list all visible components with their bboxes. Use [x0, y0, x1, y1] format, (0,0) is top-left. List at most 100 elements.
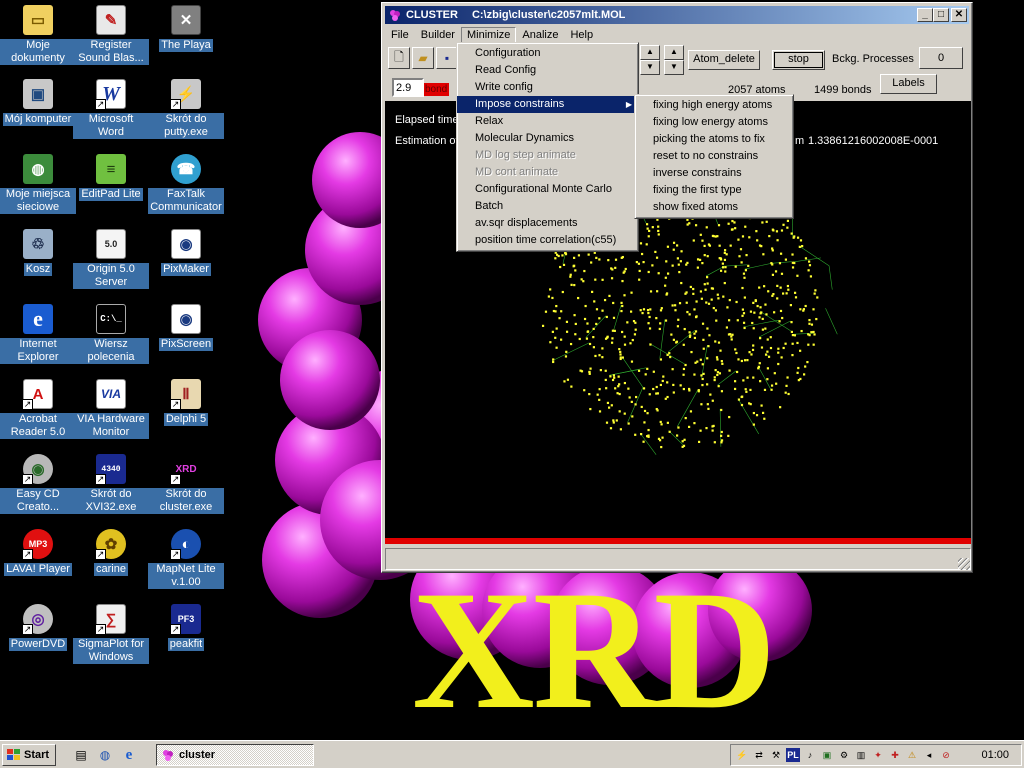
desktop-icon-editpad-lite[interactable]: ≡ EditPad Lite — [73, 153, 149, 201]
close-window-button[interactable]: ✕ — [951, 8, 967, 22]
menu-item-impose-constrains[interactable]: Impose constrains ▶ — [457, 96, 638, 113]
menu-item-configuration[interactable]: Configuration — [457, 45, 638, 62]
desktop-icon-via-hardware-monitor[interactable]: VIA VIA Hardware Monitor — [73, 378, 149, 439]
shortcut-arrow-icon: ↗ — [22, 474, 33, 485]
start-button[interactable]: Start — [2, 744, 56, 766]
submenu-arrow-icon: ▶ — [625, 100, 632, 109]
menu-item-write-config[interactable]: Write config — [457, 79, 638, 96]
shortcut-arrow-icon: ↗ — [95, 99, 106, 110]
tray-network-icon[interactable]: ⇄ — [752, 748, 766, 762]
minimize-window-button[interactable]: _ — [917, 8, 933, 22]
desktop-icon-easy-cd-creator[interactable]: ◉ ↗ Easy CD Creato... — [0, 453, 76, 514]
menu-item-position-time-correlation[interactable]: position time correlation(c55) — [457, 232, 638, 249]
spin-control-2[interactable]: ▲ ▼ — [664, 45, 684, 75]
submenu-item-picking-atoms-to-fix[interactable]: picking the atoms to fix — [635, 131, 793, 148]
desktop-icon-peakfit[interactable]: PF3 ↗ peakfit — [148, 603, 224, 651]
submenu-item-show-fixed-atoms[interactable]: show fixed atoms — [635, 199, 793, 216]
spin-up-icon[interactable]: ▲ — [664, 45, 684, 60]
close-icon: ✕ — [954, 9, 964, 20]
desktop-icon-microsoft-word[interactable]: W ↗ Microsoft Word — [73, 78, 149, 139]
desktop-icon-pixmaker[interactable]: ◉ PixMaker — [148, 228, 224, 276]
desktop-icon-sigmaplot[interactable]: ∑ ↗ SigmaPlot for Windows — [73, 603, 149, 664]
menu-analize[interactable]: Analize — [516, 27, 564, 43]
menu-item-configurational-monte-carlo[interactable]: Configurational Monte Carlo — [457, 181, 638, 198]
stop-button[interactable]: stop — [772, 50, 825, 70]
via-icon: VIA — [96, 379, 126, 409]
quicklaunch-ie-button[interactable]: e — [120, 746, 138, 764]
desktop-icon-lava-player[interactable]: MP3 ↗ LAVA! Player — [0, 528, 76, 576]
save-icon: ▪ — [444, 51, 450, 65]
tray-monitor-icon[interactable]: ▣ — [820, 748, 834, 762]
desktop-icon-label: Origin 5.0 Server — [73, 263, 149, 289]
spin-up-icon[interactable]: ▲ — [640, 45, 660, 60]
desktop-icon-label: Mój komputer — [2, 113, 74, 126]
desktop-icon-cluster[interactable]: XRD ↗ Skrót do cluster.exe — [148, 453, 224, 514]
desktop-icon-acrobat-reader[interactable]: A ↗ Acrobat Reader 5.0 — [0, 378, 76, 439]
desktop-icon-moje-miejsca-sieciowe[interactable]: ◍ Moje miejsca sieciowe — [0, 153, 76, 214]
spin-control-1[interactable]: ▲ ▼ — [640, 45, 660, 75]
quicklaunch-network-button[interactable]: ◍ — [96, 746, 114, 764]
labels-button[interactable]: Labels — [880, 74, 937, 94]
spin-down-icon[interactable]: ▼ — [640, 60, 660, 75]
submenu-item-inverse-constrains[interactable]: inverse constrains — [635, 165, 793, 182]
tray-cancel-icon[interactable]: ⊘ — [939, 748, 953, 762]
menu-item-molecular-dynamics[interactable]: Molecular Dynamics — [457, 130, 638, 147]
desktop-icon-faxtalk[interactable]: ☎ FaxTalk Communicator — [148, 153, 224, 214]
desktop-icon-register-sound-blaster[interactable]: ✎ Register Sound Blas... — [73, 4, 149, 65]
desktop-icon-delphi[interactable]: Ⅱ ↗ Delphi 5 — [148, 378, 224, 426]
tray-clipboard-icon[interactable]: ▥ — [854, 748, 868, 762]
menu-item-read-config[interactable]: Read Config — [457, 62, 638, 79]
menu-item-md-cont-animate: MD cont animate — [475, 166, 559, 178]
menu-help[interactable]: Help — [564, 27, 599, 43]
desktop-icon-putty[interactable]: ⚡ ↗ Skrót do putty.exe — [148, 78, 224, 139]
spin-down-icon[interactable]: ▼ — [664, 60, 684, 75]
desktop-icon-pixscreen[interactable]: ◉ PixScreen — [148, 303, 224, 351]
desktop-icon-internet-explorer[interactable]: e Internet Explorer — [0, 303, 76, 364]
menu-item-av-sqr-displacements[interactable]: av.sqr displacements — [457, 215, 638, 232]
show-desktop-button[interactable]: ▤ — [72, 746, 90, 764]
desktop-icon-carine[interactable]: ✿ ↗ carine — [73, 528, 149, 576]
menu-item-relax[interactable]: Relax — [457, 113, 638, 130]
desktop-icon-wiersz-polecenia[interactable]: C:\_ Wiersz polecenia — [73, 303, 149, 364]
desktop-icon-powerdvd[interactable]: ◎ ↗ PowerDVD — [0, 603, 76, 651]
desktop-icon-moje-dokumenty[interactable]: ▭ Moje dokumenty — [0, 4, 76, 65]
tray-language-indicator[interactable]: PL — [786, 748, 800, 762]
desktop-icon-label: Register Sound Blas... — [73, 39, 149, 65]
tray-shield-icon[interactable]: ✦ — [871, 748, 885, 762]
save-file-button[interactable]: ▪ — [436, 47, 458, 69]
tray-hardware-icon[interactable]: ⚙ — [837, 748, 851, 762]
desktop-icon-xvi32[interactable]: 4340 ↗ Skrót do XVI32.exe — [73, 453, 149, 514]
submenu-item-fixing-low-energy-atoms[interactable]: fixing low energy atoms — [635, 114, 793, 131]
menu-minimize[interactable]: Minimize — [460, 26, 517, 43]
submenu-item-fixing-first-type[interactable]: fixing the first type — [635, 182, 793, 199]
tray-plug-icon[interactable]: ⚒ — [769, 748, 783, 762]
atom-delete-button[interactable]: Atom_delete — [688, 50, 760, 70]
bond-length-input[interactable] — [392, 78, 424, 97]
tray-speaker-icon[interactable]: ♪ — [803, 748, 817, 762]
maximize-icon: □ — [937, 9, 945, 20]
tray-volume-icon[interactable]: ◂ — [922, 748, 936, 762]
start-label: Start — [24, 749, 50, 761]
desktop-icon-moj-komputer[interactable]: ▣ Mój komputer — [0, 78, 76, 126]
tray-power-icon[interactable]: ⚡ — [735, 748, 749, 762]
menu-builder[interactable]: Builder — [415, 27, 461, 43]
menu-item-batch[interactable]: Batch — [457, 198, 638, 215]
desktop-icon-label: The Playa — [159, 39, 213, 52]
desktop-icon-origin-server[interactable]: 5.0 Origin 5.0 Server — [73, 228, 149, 289]
new-file-button[interactable]: 🗋 — [388, 47, 410, 69]
submenu-item-reset-to-no-constrains[interactable]: reset to no constrains — [635, 148, 793, 165]
taskbar-button-cluster[interactable]: cluster — [156, 744, 314, 766]
desktop-icon-label: PixScreen — [158, 338, 214, 351]
desktop-icon-mapnet[interactable]: ◐ ↗ MapNet Lite v.1.00 — [148, 528, 224, 589]
submenu-item-fixing-high-energy-atoms[interactable]: fixing high energy atoms — [635, 97, 793, 114]
window-titlebar[interactable]: CLUSTER C:\zbig\cluster\c2057mlt.MOL _ □… — [385, 6, 969, 24]
resize-grip-icon[interactable] — [958, 558, 970, 570]
menu-file[interactable]: File — [385, 27, 415, 43]
maximize-window-button[interactable]: □ — [933, 8, 949, 22]
desktop-icon-the-playa[interactable]: ✕ The Playa — [148, 4, 224, 52]
open-file-button[interactable]: ▰ — [412, 47, 434, 69]
desktop-icon-kosz[interactable]: ♲ Kosz — [0, 228, 76, 276]
shortcut-arrow-icon: ↗ — [22, 549, 33, 560]
tray-virus-icon[interactable]: ✚ — [888, 748, 902, 762]
tray-alert-icon[interactable]: ⚠ — [905, 748, 919, 762]
